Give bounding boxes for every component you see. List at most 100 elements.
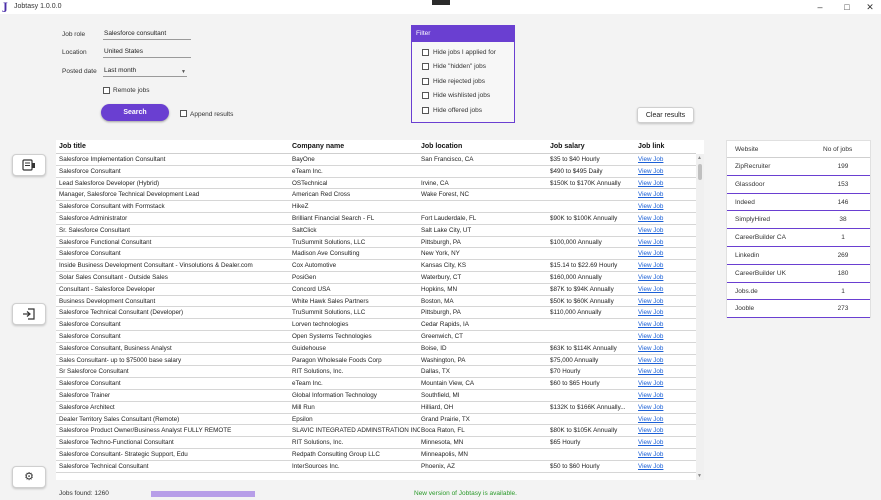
table-row[interactable]: Salesforce Architect Mill Run Hilliard, OH…	[56, 402, 696, 414]
filter-checkbox[interactable]	[422, 107, 429, 114]
stats-job-count: 180	[837, 269, 849, 277]
cell-job-title: Salesforce Consultant	[59, 333, 121, 340]
table-row[interactable]: Salesforce Consultant with Formstack Hike…	[56, 201, 696, 213]
table-row[interactable]: Business Development Consultant White Haw…	[56, 296, 696, 308]
view-job-link[interactable]: View Job	[638, 345, 688, 352]
table-row[interactable]: Salesforce Consultant Madison Ave Consult…	[56, 248, 696, 261]
table-row[interactable]: Sr. Salesforce Consultant SaltClick Salt L…	[56, 225, 696, 237]
append-results-checkbox[interactable]	[180, 110, 187, 117]
stats-job-count: 146	[837, 198, 849, 206]
remote-jobs-checkbox[interactable]	[103, 87, 110, 94]
logout-button[interactable]	[12, 303, 46, 325]
cell-job-title: Salesforce Architect	[59, 403, 115, 411]
view-job-link[interactable]: View Job	[638, 392, 688, 399]
cell-salary: $50 to $60 Hourly	[550, 462, 600, 470]
filter-checkbox[interactable]	[422, 78, 429, 85]
minimize-button[interactable]: –	[808, 1, 832, 13]
stats-header-site: Website	[735, 146, 759, 153]
view-job-link[interactable]: View Job	[638, 309, 688, 316]
view-job-link[interactable]: View Job	[638, 203, 688, 210]
table-row[interactable]: Salesforce Consultant Lorven technologies…	[56, 319, 696, 331]
view-job-link[interactable]: View Job	[638, 180, 688, 187]
view-job-link[interactable]: View Job	[638, 262, 688, 269]
view-job-link[interactable]: View Job	[638, 368, 688, 375]
drag-handle[interactable]	[432, 0, 450, 5]
view-job-link[interactable]: View Job	[638, 321, 688, 328]
header-job-title[interactable]: Job title	[59, 143, 86, 150]
filter-checkbox[interactable]	[422, 63, 429, 70]
table-row[interactable]: Inside Business Development Consultant -…	[56, 260, 696, 272]
view-job-link[interactable]: View Job	[638, 333, 688, 340]
cell-company: Redpath Consulting Group LLC	[292, 451, 380, 458]
view-job-link[interactable]: View Job	[638, 168, 688, 175]
view-job-link[interactable]: View Job	[638, 380, 688, 387]
table-row[interactable]: Solar Sales Consultant - Outside Sales Po…	[56, 272, 696, 284]
view-job-link[interactable]: View Job	[638, 416, 688, 423]
cell-company: Guidehouse	[292, 344, 326, 352]
view-job-link[interactable]: View Job	[638, 404, 688, 411]
table-row[interactable]: Salesforce Consultant eTeam Inc. Mountain …	[56, 378, 696, 390]
table-row[interactable]: Consultant - Salesforce Developer Concord…	[56, 284, 696, 296]
header-link[interactable]: Job link	[638, 143, 664, 150]
documents-button[interactable]	[12, 154, 46, 176]
search-button[interactable]: Search	[101, 104, 169, 121]
title-bar: J Jobtasy 1.0.0.0 – □ ✕	[0, 0, 881, 14]
cell-company: OSTechnical	[292, 179, 328, 187]
view-job-link[interactable]: View Job	[638, 227, 688, 234]
scroll-up-icon[interactable]: ▲	[697, 155, 702, 161]
view-job-link[interactable]: View Job	[638, 357, 688, 364]
view-job-link[interactable]: View Job	[638, 427, 688, 434]
posted-date-select[interactable]: Last month	[103, 65, 187, 77]
view-job-link[interactable]: View Job	[638, 215, 688, 222]
maximize-button[interactable]: □	[835, 1, 859, 13]
stats-header: Website No of jobs	[727, 141, 870, 158]
table-row[interactable]: Salesforce Consultant eTeam Inc. $490 to $…	[56, 166, 696, 178]
table-row[interactable]: Salesforce Consultant, Business Analyst G…	[56, 343, 696, 355]
filter-panel: Filter Hide jobs I applied for Hide "hid…	[411, 25, 515, 123]
view-job-link[interactable]: View Job	[638, 451, 688, 458]
clear-results-button[interactable]: Clear results	[637, 107, 694, 123]
table-row[interactable]: Salesforce Implementation Consultant BayO…	[56, 154, 696, 166]
settings-button[interactable]: ⚙	[12, 466, 46, 488]
view-job-link[interactable]: View Job	[638, 274, 688, 281]
filter-checkbox[interactable]	[422, 92, 429, 99]
job-role-input[interactable]	[103, 28, 191, 40]
view-job-link[interactable]: View Job	[638, 191, 688, 198]
table-row[interactable]: Salesforce Product Owner/Business Analys…	[56, 425, 696, 438]
header-company[interactable]: Company name	[292, 143, 344, 150]
table-row[interactable]: Salesforce Technical Consultant (Develop…	[56, 307, 696, 320]
vertical-scrollbar[interactable]: ▲ ▼	[696, 154, 704, 480]
table-row[interactable]: Salesforce Consultant- Strategic Support…	[56, 449, 696, 461]
table-row[interactable]: Salesforce Consultant Open Systems Techno…	[56, 331, 696, 343]
table-row[interactable]: Sales Consultant- up to $75000 base sala…	[56, 355, 696, 367]
table-row[interactable]: Dealer Territory Sales Consultant (Remot…	[56, 414, 696, 426]
table-row[interactable]: Salesforce Techno-Functional Consultant R…	[56, 437, 696, 449]
table-row[interactable]: Salesforce Functional Consultant TruSummi…	[56, 237, 696, 249]
table-row[interactable]: Manager, Salesforce Technical Developmen…	[56, 189, 696, 202]
cell-job-title: Business Development Consultant	[59, 297, 156, 305]
view-job-link[interactable]: View Job	[638, 250, 688, 257]
update-message[interactable]: New version of Jobtasy is available.	[414, 490, 517, 497]
header-salary[interactable]: Job salary	[550, 143, 585, 150]
table-row[interactable]: Salesforce Administrator Brilliant Financ…	[56, 213, 696, 225]
table-row[interactable]: Lead Salesforce Developer (Hybrid) OSTech…	[56, 178, 696, 190]
view-job-link[interactable]: View Job	[638, 239, 688, 246]
jobs-table: Job title Company name Job location Job …	[56, 140, 704, 480]
view-job-link[interactable]: View Job	[638, 439, 688, 446]
scroll-down-icon[interactable]: ▼	[697, 473, 702, 479]
location-input[interactable]	[103, 46, 191, 58]
header-location[interactable]: Job location	[421, 143, 462, 150]
table-row[interactable]: Sr Salesforce Consultant RIT Solutions, I…	[56, 366, 696, 379]
close-button[interactable]: ✕	[858, 1, 881, 13]
view-job-link[interactable]: View Job	[638, 463, 688, 470]
view-job-link[interactable]: View Job	[638, 286, 688, 293]
filter-checkbox[interactable]	[422, 49, 429, 56]
cell-salary: $100,000 Annually	[550, 238, 602, 246]
table-row[interactable]: Salesforce Technical Consultant InterSour…	[56, 461, 696, 473]
cell-job-title: Sales Consultant- up to $75000 base sala…	[59, 356, 182, 364]
view-job-link[interactable]: View Job	[638, 156, 688, 163]
cell-location: Dallas, TX	[421, 368, 450, 376]
scroll-thumb[interactable]	[698, 164, 702, 180]
view-job-link[interactable]: View Job	[638, 298, 688, 305]
table-row[interactable]: Salesforce Trainer Global Information Tec…	[56, 390, 696, 402]
